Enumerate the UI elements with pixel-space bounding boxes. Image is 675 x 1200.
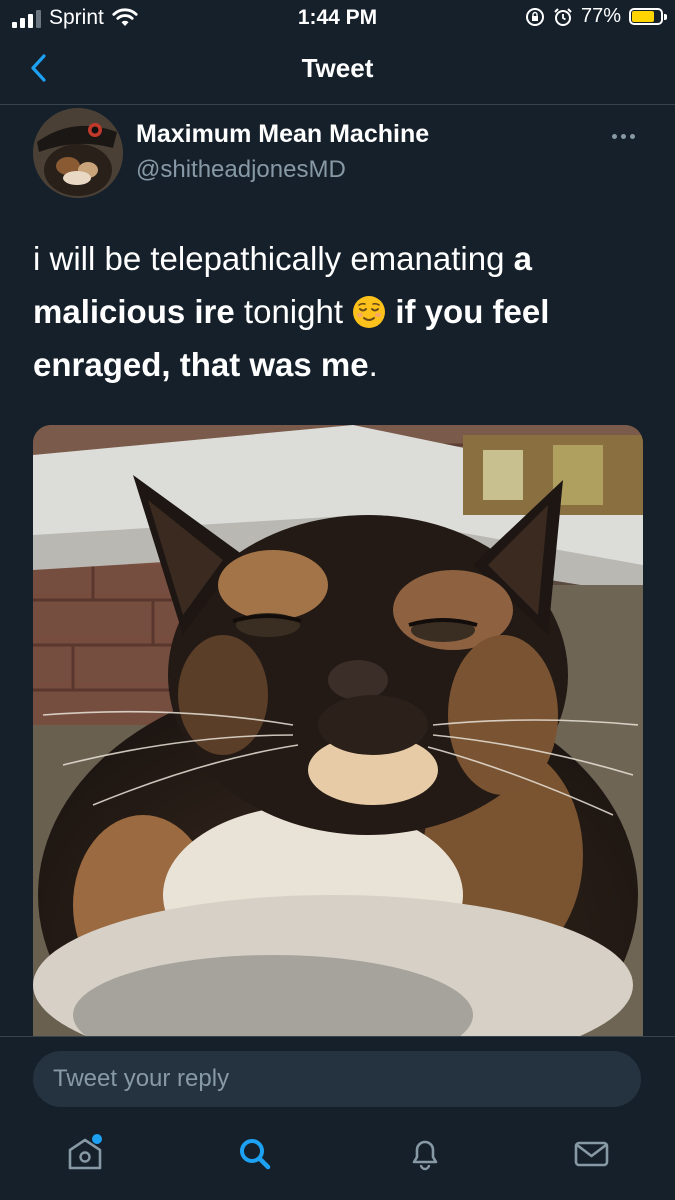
- home-icon: [68, 1138, 102, 1170]
- tweet-text-part: tonight: [234, 293, 353, 330]
- tweet-text-part: i will be telepathically emanating: [33, 240, 514, 277]
- tab-home[interactable]: [60, 1128, 110, 1178]
- tab-search[interactable]: [230, 1128, 280, 1178]
- search-icon: [240, 1139, 271, 1170]
- orientation-lock-icon: [525, 7, 544, 26]
- status-bar: Sprint 1:44 PM 77%: [0, 0, 675, 36]
- header: Tweet: [0, 36, 675, 105]
- relieved-face-emoji: [353, 296, 386, 328]
- new-content-dot: [92, 1134, 102, 1144]
- tab-notifications[interactable]: [400, 1128, 450, 1178]
- avatar-image: [33, 108, 123, 198]
- more-options-button[interactable]: [612, 124, 642, 148]
- reply-input[interactable]: [33, 1051, 641, 1107]
- cat-photo: [33, 425, 643, 1045]
- tab-messages[interactable]: [566, 1128, 616, 1178]
- tweet-media[interactable]: [33, 425, 643, 1045]
- battery-icon: [629, 8, 667, 25]
- page-title: Tweet: [301, 53, 374, 83]
- battery-fill: [632, 11, 654, 22]
- alarm-icon: [554, 7, 572, 26]
- tweet-text-part: .: [368, 346, 378, 383]
- more-dots-icon: [612, 133, 617, 139]
- bell-icon: [412, 1140, 438, 1171]
- tweet-text: i will be telepathically emanating a mal…: [33, 232, 643, 391]
- avatar[interactable]: [33, 108, 123, 198]
- mail-icon: [574, 1141, 609, 1167]
- screen: Sprint 1:44 PM 77% Tweet Maximum Mean Ma…: [0, 0, 675, 1200]
- status-right: 77%: [525, 5, 667, 28]
- author-handle[interactable]: @shitheadjonesMD: [136, 156, 346, 184]
- battery-percent: 77%: [580, 5, 621, 27]
- author-name[interactable]: Maximum Mean Machine: [136, 120, 429, 149]
